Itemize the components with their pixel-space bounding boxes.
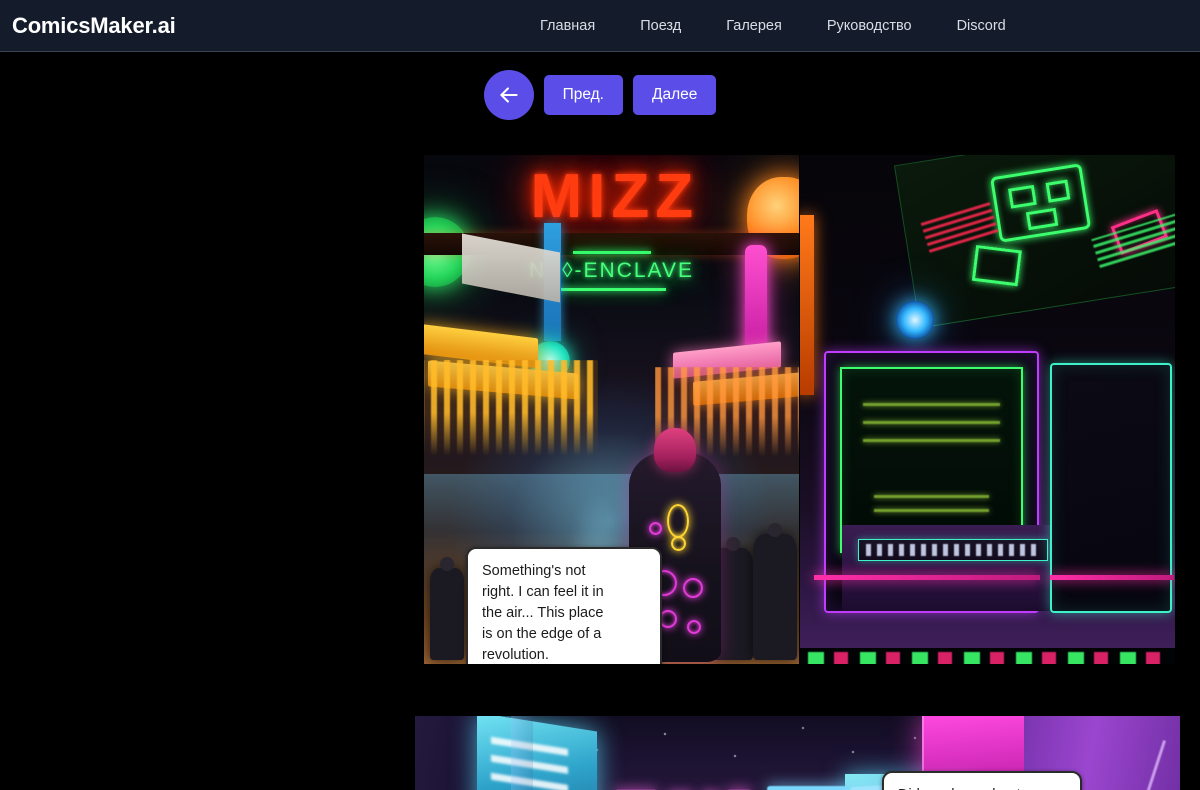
kiosk-pedestal xyxy=(842,525,1064,611)
prev-page-button[interactable]: Пред. xyxy=(543,75,623,115)
comic-viewer-stage: Пред. Далее MIZZ NE◊-ENCLAVE Something's… xyxy=(0,52,1200,790)
circuit-glyph xyxy=(971,244,1022,287)
nav-link-gallery[interactable]: Галерея xyxy=(726,18,782,34)
neon-kiosk-left xyxy=(824,351,1064,613)
circuit-glyph xyxy=(1045,179,1071,203)
top-navbar: ComicsMaker.ai Главная Поезд Галерея Рук… xyxy=(0,0,1200,52)
kiosk-label xyxy=(858,539,1048,561)
neon-line-bottom xyxy=(557,288,666,291)
circuit-glyph xyxy=(990,163,1092,243)
hanging-lanterns-left xyxy=(424,360,598,456)
blue-hologram-orb xyxy=(896,301,934,339)
nav-link-guide[interactable]: Руководство xyxy=(827,18,912,34)
back-button[interactable] xyxy=(483,70,534,120)
magenta-light-bar xyxy=(1050,575,1174,580)
comic-panel-top-right[interactable]: WARNING!!! In the sprawling Neo-Tech Enc… xyxy=(800,155,1175,664)
comic-toolbar: Пред. Далее xyxy=(0,70,1200,120)
speech-bubble-hear[interactable]: Did you hear about xyxy=(882,771,1082,790)
neon-sign-mizz: MIZZ xyxy=(530,162,700,231)
panel-bottom-strip xyxy=(800,648,1175,664)
next-page-button[interactable]: Далее xyxy=(633,75,717,115)
billboard-red-text xyxy=(919,199,999,253)
neon-line-top xyxy=(572,251,651,254)
speech-bubble-feel[interactable]: Something's not right. I can feel it in … xyxy=(466,547,662,664)
comic-panel-top-left[interactable]: MIZZ NE◊-ENCLAVE Something's not right. … xyxy=(424,155,799,664)
nav-link-train[interactable]: Поезд xyxy=(640,18,681,34)
vertical-banner-pink xyxy=(745,245,767,357)
neon-streak xyxy=(767,786,849,790)
bottom-neon-glow xyxy=(808,652,1167,664)
circuit-glyph xyxy=(1008,184,1037,209)
comic-panel-bottom-wide[interactable]: Did you hear about xyxy=(415,716,1180,790)
magenta-light-bar xyxy=(814,575,1040,580)
orange-edge-glow xyxy=(800,215,814,395)
primary-navigation: Главная Поезд Галерея Руководство Discor… xyxy=(540,0,1006,52)
site-logo[interactable]: ComicsMaker.ai xyxy=(12,13,176,39)
protagonist-hair xyxy=(654,428,696,472)
nav-link-discord[interactable]: Discord xyxy=(957,18,1006,34)
comic-page[interactable]: MIZZ NE◊-ENCLAVE Something's not right. … xyxy=(415,155,1180,790)
arrow-left-icon xyxy=(499,87,518,103)
vertical-pipe xyxy=(511,716,533,790)
nav-link-home[interactable]: Главная xyxy=(540,18,595,34)
